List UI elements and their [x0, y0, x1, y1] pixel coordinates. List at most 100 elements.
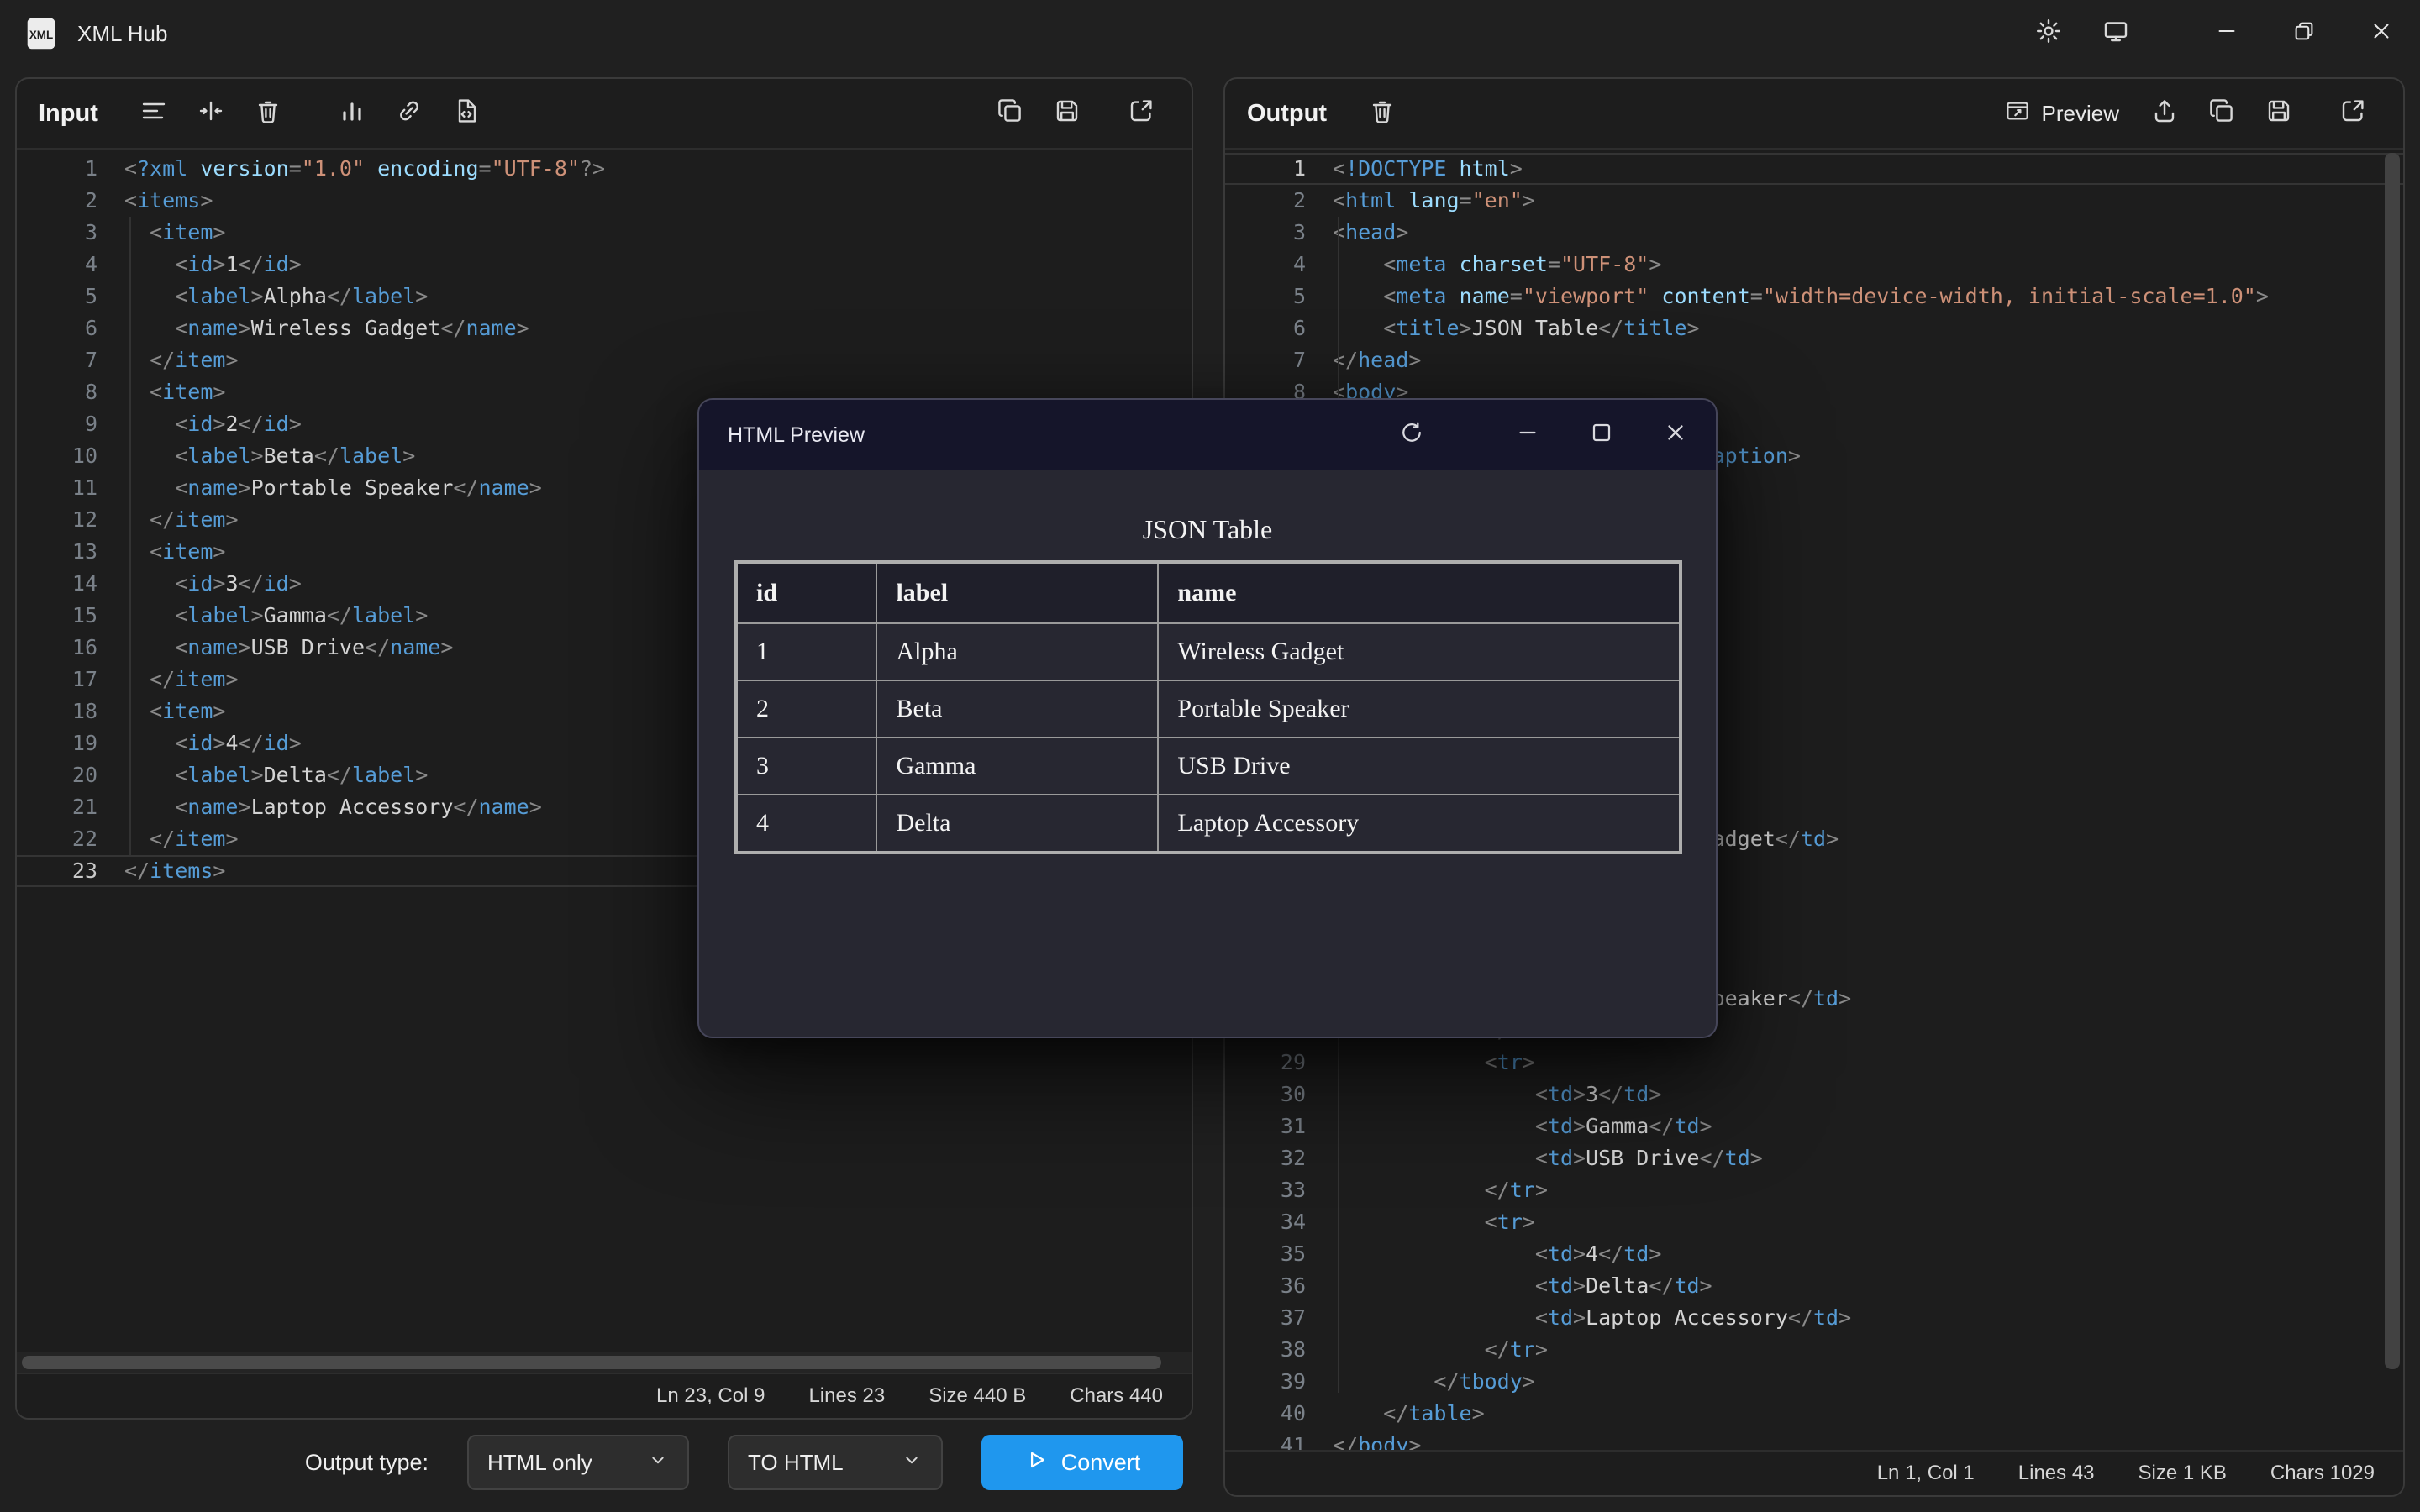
line-number: 23 [17, 855, 97, 887]
file-code-icon [453, 97, 480, 130]
code-line[interactable]: 1<!DOCTYPE html> [1225, 153, 2403, 185]
modal-titlebar: HTML Preview [699, 400, 1716, 470]
link-button[interactable] [384, 88, 434, 139]
expand-output-button[interactable] [2328, 88, 2378, 139]
code-line[interactable]: 5 <meta name="viewport" content="width=d… [1225, 281, 2403, 312]
line-number: 18 [17, 696, 97, 727]
line-count: Lines 43 [2018, 1462, 2095, 1485]
clear-output-button[interactable] [1357, 88, 1407, 139]
modal-minimize-button[interactable] [1491, 400, 1565, 470]
line-number: 37 [1225, 1302, 1306, 1334]
code-line[interactable]: 36 <td>Delta</td> [1225, 1270, 2403, 1302]
preview-button[interactable]: Preview [1988, 88, 2136, 139]
code-line[interactable]: 2<items> [17, 185, 1192, 217]
code-line[interactable]: 35 <td>4</td> [1225, 1238, 2403, 1270]
code-line[interactable]: 6 <name>Wireless Gadget</name> [17, 312, 1192, 344]
code-line[interactable]: 30 <td>3</td> [1225, 1079, 2403, 1110]
code-line[interactable]: 3 <item> [17, 217, 1192, 249]
preview-table-header: label [876, 562, 1158, 623]
line-number: 21 [17, 791, 97, 823]
preview-table-cell: 1 [736, 623, 876, 680]
output-panel-title: Output [1247, 100, 1327, 128]
code-line[interactable]: 6 <title>JSON Table</title> [1225, 312, 2403, 344]
output-type-label: Output type: [305, 1450, 429, 1476]
code-line[interactable]: 38 </tr> [1225, 1334, 2403, 1366]
minimize-icon [1515, 420, 1540, 451]
minimize-button[interactable] [2188, 0, 2265, 67]
code-line[interactable]: 5 <label>Alpha</label> [17, 281, 1192, 312]
line-number: 35 [1225, 1238, 1306, 1270]
preview-table: idlabelname 1AlphaWireless Gadget2BetaPo… [734, 560, 1682, 854]
code-line[interactable]: 29 <tr> [1225, 1047, 2403, 1079]
code-line[interactable]: 4 <id>1</id> [17, 249, 1192, 281]
line-number: 7 [17, 344, 97, 376]
code-line[interactable]: 40 </table> [1225, 1398, 2403, 1430]
line-number: 32 [1225, 1142, 1306, 1174]
code-line[interactable]: 3<head> [1225, 217, 2403, 249]
code-line[interactable]: 4 <meta charset="UTF-8"> [1225, 249, 2403, 281]
scrollbar-thumb[interactable] [22, 1356, 1161, 1369]
modal-maximize-button[interactable] [1565, 400, 1639, 470]
scrollbar-thumb[interactable] [2385, 153, 2400, 1369]
stats-button[interactable] [327, 88, 377, 139]
format-button[interactable] [129, 88, 179, 139]
line-number: 30 [1225, 1079, 1306, 1110]
save-input-button[interactable] [1042, 88, 1092, 139]
table-row: 3GammaUSB Drive [736, 738, 1681, 795]
preview-table-head: idlabelname [736, 562, 1681, 623]
code-line[interactable]: 7 </item> [17, 344, 1192, 376]
copy-output-button[interactable] [2196, 88, 2247, 139]
chart-bars-icon [339, 97, 366, 130]
byte-size: Size 440 B [929, 1384, 1026, 1408]
close-button[interactable] [2343, 0, 2420, 67]
expand-icon [2339, 97, 2366, 130]
line-number: 33 [1225, 1174, 1306, 1206]
line-number: 3 [1225, 217, 1306, 249]
copy-input-button[interactable] [985, 88, 1035, 139]
line-number: 20 [17, 759, 97, 791]
settings-button[interactable] [2015, 0, 2082, 67]
code-line[interactable]: 34 <tr> [1225, 1206, 2403, 1238]
conversion-mode-value: TO HTML [748, 1450, 844, 1476]
modal-refresh-button[interactable] [1380, 400, 1444, 470]
load-file-button[interactable] [441, 88, 492, 139]
preview-table-cell: Wireless Gadget [1158, 623, 1681, 680]
conversion-mode-select[interactable]: TO HTML [728, 1435, 943, 1490]
save-output-button[interactable] [2254, 88, 2304, 139]
preview-table-cell: Delta [876, 795, 1158, 853]
preview-table-cell: Portable Speaker [1158, 680, 1681, 738]
app-icon: XML [22, 14, 60, 53]
input-panel-title: Input [39, 100, 98, 128]
code-line[interactable]: 2<html lang="en"> [1225, 185, 2403, 217]
share-output-button[interactable] [2139, 88, 2190, 139]
maximize-restore-button[interactable] [2265, 0, 2343, 67]
code-line[interactable]: 31 <td>Gamma</td> [1225, 1110, 2403, 1142]
line-number: 40 [1225, 1398, 1306, 1430]
conversion-controls: Output type: HTML only TO HTML Convert [15, 1435, 1193, 1490]
save-icon [2265, 97, 2292, 130]
code-line[interactable]: 33 </tr> [1225, 1174, 2403, 1206]
display-mode-button[interactable] [2082, 0, 2149, 67]
preview-icon [2005, 98, 2030, 129]
code-line[interactable]: 1<?xml version="1.0" encoding="UTF-8"?> [17, 153, 1192, 185]
code-line[interactable]: 39 </tbody> [1225, 1366, 2403, 1398]
input-horizontal-scrollbar[interactable] [17, 1352, 1192, 1373]
code-line[interactable]: 7</head> [1225, 344, 2403, 376]
line-number: 4 [17, 249, 97, 281]
clear-input-button[interactable] [243, 88, 293, 139]
char-count: Chars 440 [1070, 1384, 1163, 1408]
minimize-icon [2214, 18, 2239, 50]
minify-button[interactable] [186, 88, 236, 139]
code-line[interactable]: 32 <td>USB Drive</td> [1225, 1142, 2403, 1174]
code-line[interactable]: 37 <td>Laptop Accessory</td> [1225, 1302, 2403, 1334]
line-number: 31 [1225, 1110, 1306, 1142]
table-row: 4DeltaLaptop Accessory [736, 795, 1681, 853]
output-vertical-scrollbar[interactable] [2385, 153, 2400, 1446]
code-line[interactable]: 41</body> [1225, 1430, 2403, 1450]
modal-close-button[interactable] [1639, 400, 1712, 470]
table-row: 1AlphaWireless Gadget [736, 623, 1681, 680]
convert-button[interactable]: Convert [981, 1435, 1183, 1490]
expand-input-button[interactable] [1116, 88, 1166, 139]
line-number: 5 [17, 281, 97, 312]
output-format-select[interactable]: HTML only [467, 1435, 689, 1490]
